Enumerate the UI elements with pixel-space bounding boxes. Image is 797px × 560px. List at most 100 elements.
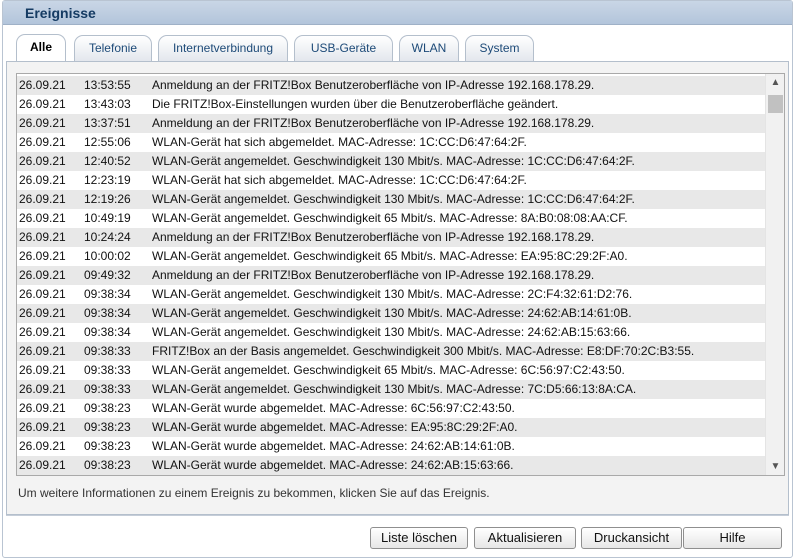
event-row[interactable]: 26.09.21 09:38:23 WLAN-Gerät wurde abgemel… xyxy=(17,437,765,456)
chevron-down-icon[interactable]: ▼ xyxy=(766,458,784,475)
event-date: 26.09.21 xyxy=(19,211,66,225)
event-time: 10:00:02 xyxy=(84,249,131,263)
event-date: 26.09.21 xyxy=(19,363,66,377)
help-button[interactable]: Hilfe xyxy=(683,527,782,549)
event-date: 26.09.21 xyxy=(19,306,66,320)
event-row[interactable]: 26.09.21 09:49:32 Anmeldung an der FRITZ!B… xyxy=(17,266,765,285)
event-message: Anmeldung an der FRITZ!Box Benutzeroberf… xyxy=(152,268,595,282)
event-row[interactable]: 26.09.21 09:38:33 FRITZ!Box an der Basis a… xyxy=(17,342,765,361)
event-date: 26.09.21 xyxy=(19,420,66,434)
event-message: FRITZ!Box an der Basis angemeldet. Gesch… xyxy=(152,344,695,358)
event-date: 26.09.21 xyxy=(19,325,66,339)
tab-usb-geraete[interactable]: USB-Geräte xyxy=(294,35,393,61)
event-time: 12:40:52 xyxy=(84,154,131,168)
event-date: 26.09.21 xyxy=(19,439,66,453)
event-message: WLAN-Gerät angemeldet. Geschwindigkeit 1… xyxy=(152,306,632,320)
event-row[interactable]: 26.09.21 13:43:03 Die FRITZ!Box-Einstellun… xyxy=(17,95,765,114)
info-text: Um weitere Informationen zu einem Ereign… xyxy=(18,486,490,500)
event-time: 13:53:55 xyxy=(84,78,131,92)
event-message: WLAN-Gerät wurde abgemeldet. MAC-Adresse… xyxy=(152,458,514,472)
tab-system[interactable]: System xyxy=(465,35,534,61)
event-message: WLAN-Gerät angemeldet. Geschwindigkeit 6… xyxy=(152,211,628,225)
events-window: Ereignisse Alle Telefonie Internetverbin… xyxy=(2,0,793,558)
event-message: WLAN-Gerät hat sich abgemeldet. MAC-Adre… xyxy=(152,135,527,149)
event-message: WLAN-Gerät angemeldet. Geschwindigkeit 6… xyxy=(152,363,625,377)
event-date: 26.09.21 xyxy=(19,382,66,396)
event-time: 09:38:23 xyxy=(84,458,131,472)
event-time: 09:38:34 xyxy=(84,287,131,301)
event-time: 10:24:24 xyxy=(84,230,131,244)
event-time: 09:49:32 xyxy=(84,268,131,282)
event-message: Anmeldung an der FRITZ!Box Benutzeroberf… xyxy=(152,78,595,92)
tab-wlan[interactable]: WLAN xyxy=(399,35,459,61)
event-time: 12:55:06 xyxy=(84,135,131,149)
event-message: Anmeldung an der FRITZ!Box Benutzeroberf… xyxy=(152,230,595,244)
event-time: 13:43:03 xyxy=(84,97,131,111)
event-row[interactable]: 26.09.21 10:00:02 WLAN-Gerät angemeldet. G… xyxy=(17,247,765,266)
tab-telefonie[interactable]: Telefonie xyxy=(74,35,152,61)
tab-panel: 26.09.21 13:53:55 Anmeldung an der FRITZ!B… xyxy=(6,61,789,515)
event-message: WLAN-Gerät wurde abgemeldet. MAC-Adresse… xyxy=(152,401,515,415)
scrollbar-thumb[interactable] xyxy=(768,95,783,113)
chevron-up-icon[interactable]: ▲ xyxy=(766,74,784,91)
event-row[interactable]: 26.09.21 12:55:06 WLAN-Gerät hat sich abge… xyxy=(17,133,765,152)
event-row[interactable]: 26.09.21 09:38:34 WLAN-Gerät angemeldet. G… xyxy=(17,304,765,323)
event-time: 09:38:34 xyxy=(84,325,131,339)
event-message: WLAN-Gerät wurde abgemeldet. MAC-Adresse… xyxy=(152,439,515,453)
event-date: 26.09.21 xyxy=(19,154,66,168)
event-time: 09:38:33 xyxy=(84,363,131,377)
event-date: 26.09.21 xyxy=(19,135,66,149)
clear-list-button[interactable]: Liste löschen xyxy=(370,527,468,549)
event-row[interactable]: 26.09.21 09:38:34 WLAN-Gerät angemeldet. G… xyxy=(17,323,765,342)
event-row[interactable]: 26.09.21 09:38:33 WLAN-Gerät angemeldet. G… xyxy=(17,361,765,380)
tab-internetverbindung[interactable]: Internetverbindung xyxy=(158,35,288,61)
event-row[interactable]: 26.09.21 10:24:24 Anmeldung an der FRITZ!B… xyxy=(17,228,765,247)
event-date: 26.09.21 xyxy=(19,116,66,130)
button-bar: Liste löschen Aktualisieren Druckansicht… xyxy=(6,515,789,555)
event-time: 09:38:23 xyxy=(84,439,131,453)
event-row[interactable]: 26.09.21 09:38:23 WLAN-Gerät wurde abgemel… xyxy=(17,418,765,437)
event-row[interactable]: 26.09.21 13:37:51 Anmeldung an der FRITZ!B… xyxy=(17,114,765,133)
event-date: 26.09.21 xyxy=(19,249,66,263)
event-message: WLAN-Gerät wurde abgemeldet. MAC-Adresse… xyxy=(152,420,518,434)
event-date: 26.09.21 xyxy=(19,458,66,472)
event-message: WLAN-Gerät angemeldet. Geschwindigkeit 1… xyxy=(152,154,635,168)
event-date: 26.09.21 xyxy=(19,287,66,301)
event-date: 26.09.21 xyxy=(19,173,66,187)
event-rows: 26.09.21 13:53:55 Anmeldung an der FRITZ!B… xyxy=(17,76,765,475)
event-time: 10:49:19 xyxy=(84,211,131,225)
event-row[interactable]: 26.09.21 10:49:19 WLAN-Gerät angemeldet. G… xyxy=(17,209,765,228)
refresh-button[interactable]: Aktualisieren xyxy=(474,527,576,549)
event-time: 09:38:33 xyxy=(84,382,131,396)
event-message: WLAN-Gerät angemeldet. Geschwindigkeit 6… xyxy=(152,249,628,263)
event-row[interactable]: 26.09.21 12:40:52 WLAN-Gerät angemeldet. G… xyxy=(17,152,765,171)
event-message: WLAN-Gerät angemeldet. Geschwindigkeit 1… xyxy=(152,192,635,206)
event-date: 26.09.21 xyxy=(19,401,66,415)
event-date: 26.09.21 xyxy=(19,268,66,282)
tab-alle[interactable]: Alle xyxy=(16,34,66,62)
event-log-list[interactable]: 26.09.21 13:53:55 Anmeldung an der FRITZ!B… xyxy=(16,73,785,476)
event-date: 26.09.21 xyxy=(19,97,66,111)
event-row[interactable]: 26.09.21 13:53:55 Anmeldung an der FRITZ!B… xyxy=(17,76,765,95)
event-row[interactable]: 26.09.21 09:38:33 WLAN-Gerät angemeldet. G… xyxy=(17,380,765,399)
event-message: WLAN-Gerät angemeldet. Geschwindigkeit 1… xyxy=(152,287,633,301)
event-time: 13:37:51 xyxy=(84,116,131,130)
event-row[interactable]: 26.09.21 09:38:23 WLAN-Gerät wurde abgemel… xyxy=(17,399,765,418)
event-row[interactable]: 26.09.21 09:38:34 WLAN-Gerät angemeldet. G… xyxy=(17,285,765,304)
event-time: 12:19:26 xyxy=(84,192,131,206)
event-message: WLAN-Gerät hat sich abgemeldet. MAC-Adre… xyxy=(152,173,527,187)
event-date: 26.09.21 xyxy=(19,78,66,92)
event-time: 09:38:33 xyxy=(84,344,131,358)
event-row[interactable]: 26.09.21 12:19:26 WLAN-Gerät angemeldet. G… xyxy=(17,190,765,209)
event-time: 09:38:23 xyxy=(84,420,131,434)
print-view-button[interactable]: Druckansicht xyxy=(581,527,682,549)
window-title: Ereignisse xyxy=(3,1,792,25)
event-date: 26.09.21 xyxy=(19,344,66,358)
event-time: 09:38:34 xyxy=(84,306,131,320)
scrollbar[interactable]: ▲ ▼ xyxy=(765,74,784,475)
event-message: WLAN-Gerät angemeldet. Geschwindigkeit 1… xyxy=(152,382,637,396)
event-date: 26.09.21 xyxy=(19,230,66,244)
event-row[interactable]: 26.09.21 12:23:19 WLAN-Gerät hat sich abge… xyxy=(17,171,765,190)
event-time: 09:38:23 xyxy=(84,401,131,415)
event-row[interactable]: 26.09.21 09:38:23 WLAN-Gerät wurde abgemel… xyxy=(17,456,765,475)
